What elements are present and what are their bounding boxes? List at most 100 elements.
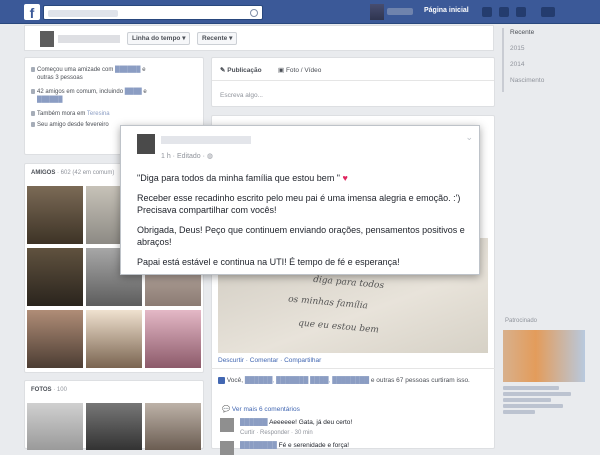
intro-text[interactable]: outras 3 pessoas [37,75,83,81]
friend-link-blurred[interactable]: ██████ [37,97,63,103]
comment-1-meta[interactable]: Curtir · Responder · 30 min [240,430,313,436]
search-icon[interactable] [250,9,258,17]
commenter-avatar[interactable] [220,418,234,432]
post-meta: 1 h · Editado · ◍ [161,152,213,160]
timeline-label: Linha do tempo [132,35,181,42]
intro-text: e [143,89,147,95]
intro-text: Também mora em [37,111,86,117]
ad-line [503,410,535,414]
city-link[interactable]: Teresina [87,111,110,117]
likes-suffix[interactable]: e outras 67 pessoas curtiram isso. [371,377,470,384]
timeline-button[interactable]: Linha do tempo ▾ [127,32,191,45]
friend-link-blurred[interactable]: ████ [125,89,142,95]
photos-count: · 100 [53,387,67,393]
tab-photo-video[interactable]: ▣ Foto / Vídeo [278,66,321,74]
home-icon [31,111,35,116]
view-more-label: Ver mais 6 comentários [231,406,300,413]
handwriting-line: que eu estou bem [297,318,380,336]
year-2015[interactable]: 2015 [510,44,544,60]
ad-image[interactable] [503,330,585,382]
author-name-blurred[interactable] [161,136,251,144]
ad-line [503,398,551,402]
post-meta-text[interactable]: 1 h · Editado · [161,153,207,160]
intro-location: Também mora em Teresina [31,110,110,118]
sponsored-title: Patrocinado [505,318,538,324]
comment-2: ████████ Fé e serenidade e força! [240,442,349,449]
photos-title-text: FOTOS [31,387,52,393]
likes-summary: Você, ██████, ███████ ████, ████████ e o… [218,377,470,385]
intro-text[interactable]: 42 amigos em comum, incluindo [37,89,123,95]
intro-text: Seu amigo desde fevereiro [37,122,109,128]
friend-since-icon [31,122,35,127]
year-2014[interactable]: 2014 [510,60,544,76]
post-actions[interactable]: Descurtir · Comentar · Compartilhar [218,357,321,364]
tab-post[interactable]: ✎ Publicação [220,66,262,74]
intro-text: e [142,67,146,73]
year-recent[interactable]: Recente [510,28,544,44]
post-text-para3: Obrigada, Deus! Peço que continuem envia… [137,225,465,247]
composer-card: ✎ Publicação ▣ Foto / Vídeo Escreva algo… [211,57,495,107]
likers-blurred[interactable]: ██████, ███████ ████, ████████ [245,377,369,384]
home-link[interactable]: Página inicial [424,7,469,14]
heart-icon: ♥ [342,173,348,183]
photos-card: FOTOS · 100 [24,380,204,450]
top-bar: f Página inicial [0,0,600,24]
mutual-friends-icon [31,89,35,94]
author-avatar[interactable] [137,134,155,154]
tab-post-label: Publicação [227,67,262,74]
friends-count: · 602 (42 em comum) [57,170,115,176]
friend-requests-icon[interactable] [482,7,492,17]
search-input[interactable] [43,5,263,20]
ad-text-blurred[interactable] [503,386,583,416]
friends-title-text: AMIGOS [31,170,56,176]
friends-title[interactable]: AMIGOS · 602 (42 em comum) [31,170,114,176]
recent-button[interactable]: Recente ▾ [197,32,238,45]
photo-thumb[interactable] [145,403,201,450]
commenter-name-blurred[interactable]: ████████ [240,442,277,449]
post-text-para2: Receber esse recadinho escrito pelo meu … [137,193,461,215]
intro-friendship: Começou uma amizade com ██████ e outras … [31,66,197,82]
likes-prefix: Você, [226,377,244,385]
friend-photo[interactable] [27,186,83,244]
friend-photo[interactable] [86,310,142,368]
user-avatar[interactable] [370,4,384,20]
friends-icon [31,67,35,72]
photo-thumb[interactable] [86,403,142,450]
friend-photo[interactable] [145,310,201,368]
friend-link-blurred[interactable]: ██████ [115,67,141,73]
photos-title[interactable]: FOTOS · 100 [31,387,67,393]
ad-line [503,386,559,390]
profile-picture[interactable] [40,31,54,47]
ad-line [503,392,571,396]
settings-icon[interactable] [541,7,555,17]
commenter-avatar[interactable] [220,441,234,455]
facebook-logo[interactable]: f [24,4,40,21]
intro-friend-since: Seu amigo desde fevereiro [31,121,109,129]
like-icon [218,377,225,384]
user-name-blurred[interactable] [387,8,413,15]
comment-2-text: Fé e serenidade e força! [278,442,350,449]
messages-icon[interactable] [499,7,509,17]
recent-label: Recente [202,35,228,42]
commenter-name-blurred[interactable]: ██████ [240,419,268,426]
year-birth[interactable]: Nascimento [510,76,544,92]
profile-name-blurred [58,35,120,43]
divider [211,368,495,369]
friend-photo[interactable] [27,248,83,306]
post-popup: 1 h · Editado · ◍ ⌄ "Diga para todos da … [120,125,480,275]
post-text-para4: Papai está estável e continua na UTI! É … [137,257,400,267]
chevron-down-icon[interactable]: ⌄ [465,132,473,143]
post-text-line1: "Diga para todos da minha família que es… [137,172,467,184]
search-text-blurred [48,10,118,17]
notifications-icon[interactable] [516,7,526,17]
handwriting-line: diga para todos [312,274,385,292]
ad-line [503,404,563,408]
comment-1: ██████ Aeeeeee! Gata, já deu certo! [240,419,352,426]
composer-input[interactable]: Escreva algo... [220,92,263,99]
globe-icon: ◍ [206,153,214,160]
comment-1-text: Aeeeeee! Gata, já deu certo! [269,419,353,426]
photo-thumb[interactable] [27,403,83,450]
friend-photo[interactable] [27,310,83,368]
view-more-comments[interactable]: 💬 Ver mais 6 comentários [222,405,300,413]
divider [212,80,494,81]
